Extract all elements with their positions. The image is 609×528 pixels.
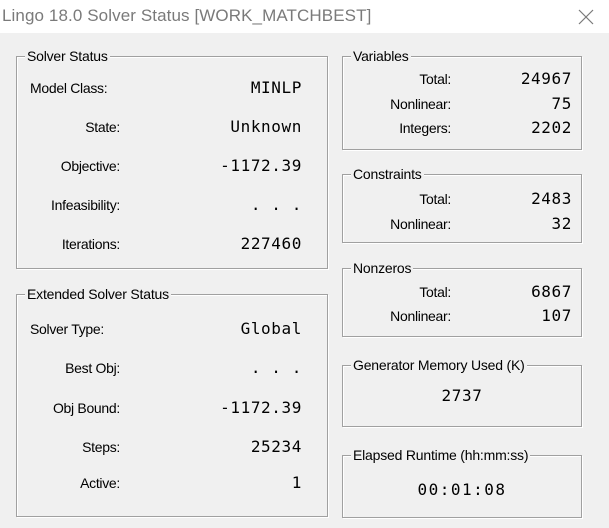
best-obj-label: Best Obj: <box>65 360 120 376</box>
extended-solver-status-title: Extended Solver Status <box>25 285 171 303</box>
variables-total-label: Total: <box>419 71 451 87</box>
variables-total-value: 24967 <box>520 69 572 88</box>
generator-memory-group: Generator Memory Used (K) 2737 <box>342 356 582 427</box>
variables-nonlinear-value: 75 <box>551 94 572 113</box>
infeasibility-label: Infeasibility: <box>51 197 120 213</box>
state-value: Unknown <box>230 117 302 136</box>
variables-group: Variables Total: 24967 Nonlinear: 75 Int… <box>342 47 582 150</box>
close-icon <box>578 9 594 24</box>
generator-memory-value: 2737 <box>441 386 483 405</box>
variables-integers-value: 2202 <box>531 118 572 137</box>
active-label: Active: <box>80 475 120 491</box>
nonzeros-title: Nonzeros <box>351 259 414 277</box>
extended-solver-status-group: Extended Solver Status Solver Type: Glob… <box>16 285 328 517</box>
title-bar: Lingo 18.0 Solver Status [WORK_MATCHBEST… <box>0 0 609 33</box>
variables-title: Variables <box>351 47 411 65</box>
solver-type-value: Global <box>240 319 302 338</box>
active-value: 1 <box>291 473 302 492</box>
iterations-label: Iterations: <box>61 236 120 252</box>
variables-nonlinear-label: Nonlinear: <box>390 96 451 112</box>
window-title: Lingo 18.0 Solver Status [WORK_MATCHBEST… <box>2 6 372 25</box>
variables-integers-label: Integers: <box>399 120 451 136</box>
steps-value: 25234 <box>250 437 302 456</box>
iterations-value: 227460 <box>240 234 302 253</box>
steps-label: Steps: <box>82 439 120 455</box>
obj-bound-label: Obj Bound: <box>52 400 120 416</box>
solver-status-window: Lingo 18.0 Solver Status [WORK_MATCHBEST… <box>0 0 609 528</box>
nonzeros-nonlinear-value: 107 <box>541 306 572 325</box>
elapsed-runtime-title: Elapsed Runtime (hh:mm:ss) <box>351 446 531 464</box>
objective-label: Objective: <box>60 158 121 174</box>
constraints-total-value: 2483 <box>531 189 572 208</box>
close-button[interactable] <box>563 0 609 33</box>
solver-status-title: Solver Status <box>25 47 110 65</box>
constraints-nonlinear-value: 32 <box>551 214 572 233</box>
best-obj-value: . . . <box>250 358 302 377</box>
infeasibility-value: . . . <box>250 195 302 214</box>
obj-bound-value: -1172.39 <box>220 398 302 417</box>
objective-value: -1172.39 <box>220 156 302 175</box>
model-class-value: MINLP <box>250 78 302 97</box>
solver-status-group: Solver Status Model Class: MINLP State: … <box>16 47 328 269</box>
elapsed-runtime-group: Elapsed Runtime (hh:mm:ss) 00:01:08 <box>342 446 582 518</box>
nonzeros-total-value: 6867 <box>531 282 572 301</box>
constraints-title: Constraints <box>351 165 424 183</box>
nonzeros-nonlinear-label: Nonlinear: <box>390 308 451 324</box>
model-class-label: Model Class: <box>30 80 108 96</box>
elapsed-runtime-value: 00:01:08 <box>417 480 507 499</box>
solver-type-label: Solver Type: <box>30 321 104 337</box>
constraints-nonlinear-label: Nonlinear: <box>390 216 451 232</box>
constraints-group: Constraints Total: 2483 Nonlinear: 32 <box>342 165 582 243</box>
generator-memory-title: Generator Memory Used (K) <box>351 356 527 374</box>
nonzeros-group: Nonzeros Total: 6867 Nonlinear: 107 <box>342 259 582 337</box>
nonzeros-total-label: Total: <box>419 284 451 300</box>
state-label: State: <box>85 119 120 135</box>
constraints-total-label: Total: <box>419 191 451 207</box>
